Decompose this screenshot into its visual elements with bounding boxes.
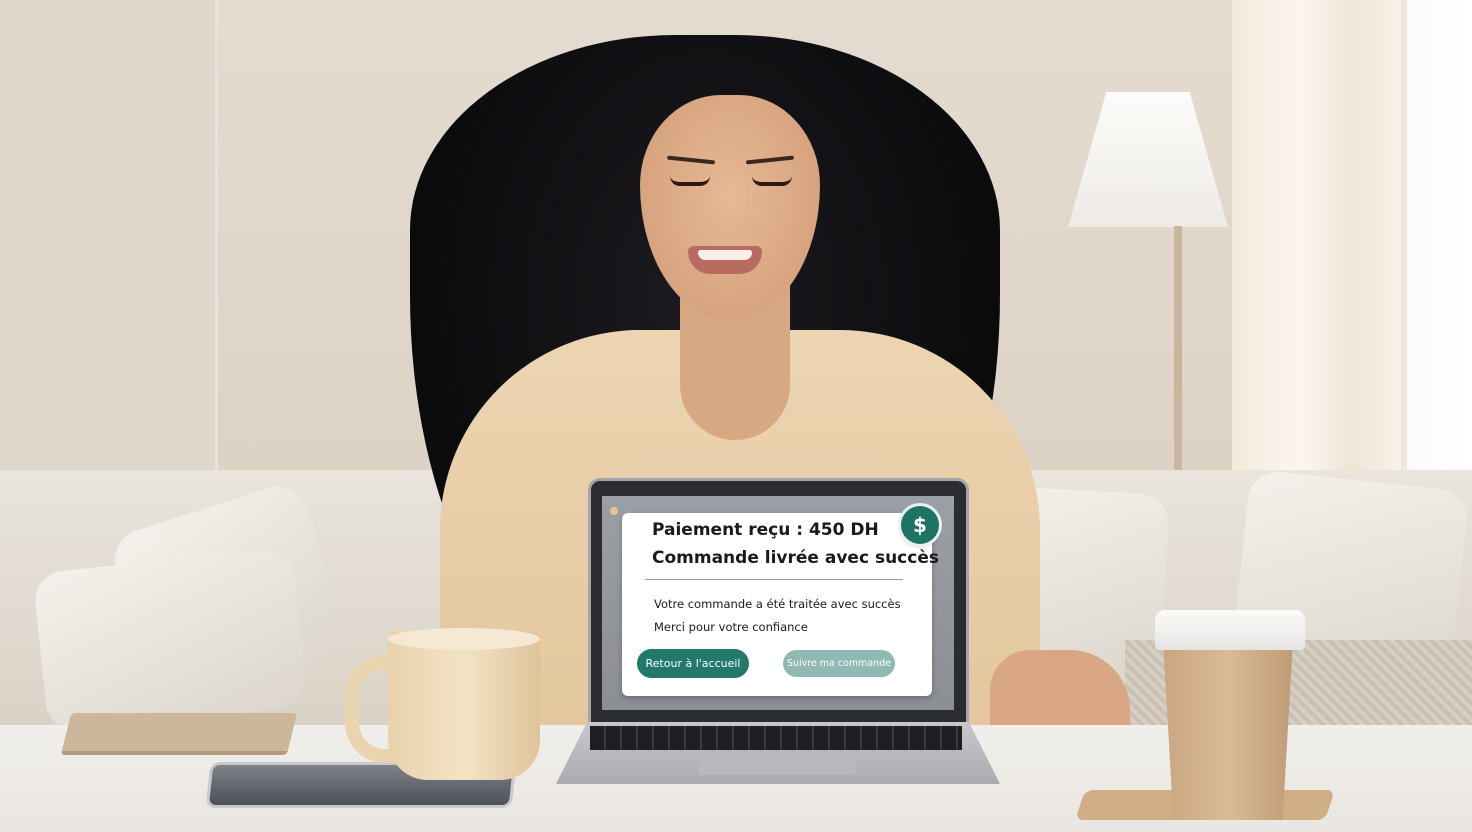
track-order-button[interactable]: Suivre ma commande <box>783 650 895 677</box>
dollar-icon: $ <box>901 506 939 544</box>
divider <box>645 579 903 580</box>
laptop-trackpad <box>698 751 856 775</box>
lamp-shade <box>1068 92 1228 227</box>
teeth <box>698 250 752 260</box>
laptop-keyboard <box>590 726 962 750</box>
thank-you-message: Merci pour votre confiance <box>654 620 808 634</box>
webcam-icon <box>610 507 618 515</box>
confirmation-message: Votre commande a été traitée avec succès <box>654 597 901 611</box>
cup-lid <box>1155 610 1305 650</box>
photo-scene: Paiement reçu : 450 DH Commande livrée a… <box>0 0 1472 832</box>
takeaway-cup <box>1163 640 1293 820</box>
payment-title: Paiement reçu : 450 DH <box>652 520 879 540</box>
return-home-button[interactable]: Retour à l'accueil <box>637 649 749 678</box>
closed-eye <box>752 176 792 186</box>
notebook <box>60 713 298 755</box>
window-frame <box>1401 0 1472 550</box>
mug-rim <box>388 628 540 650</box>
coffee-mug <box>388 630 540 780</box>
closed-eye <box>670 176 710 186</box>
order-status-title: Commande livrée avec succès <box>652 548 939 568</box>
pillow <box>32 546 308 734</box>
